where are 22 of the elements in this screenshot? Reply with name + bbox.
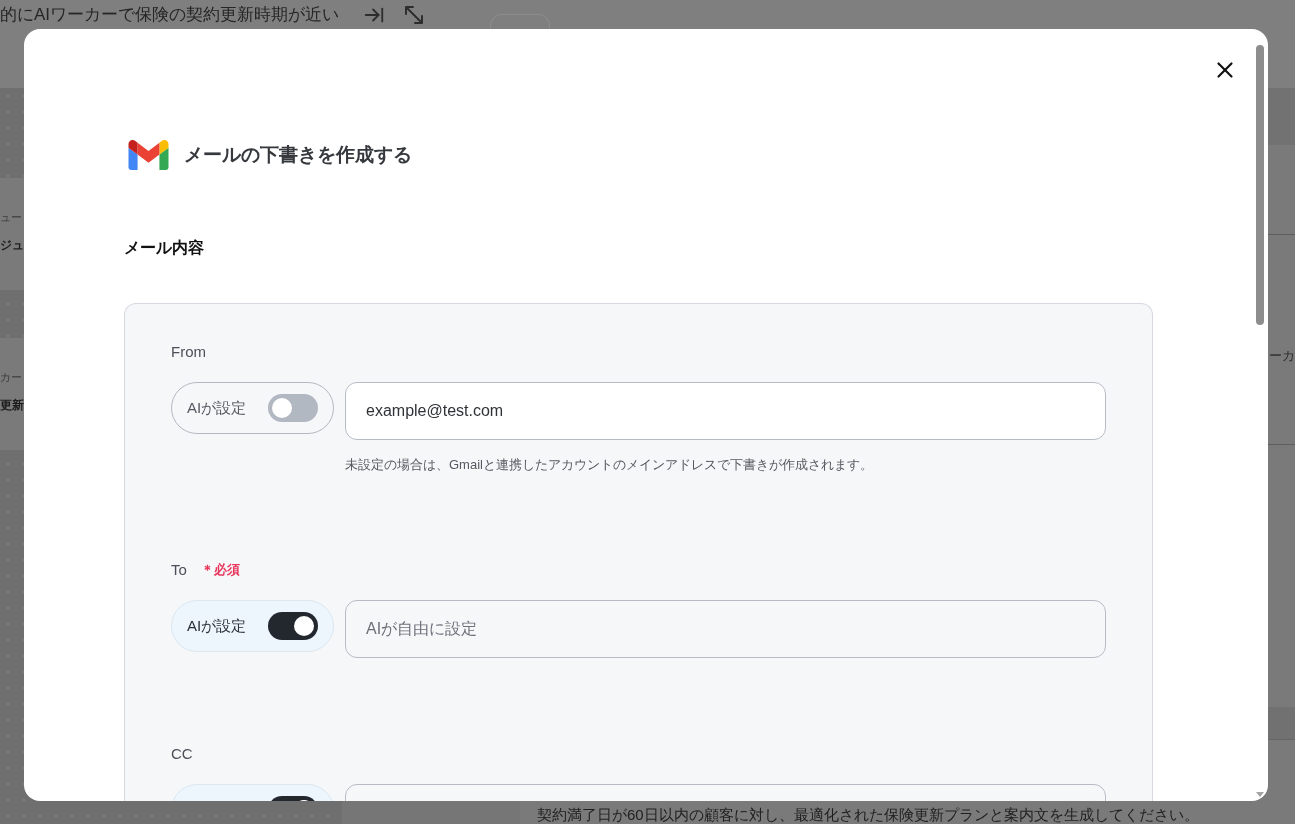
text-input-field[interactable]: AIが自由に設定 [345, 600, 1106, 658]
scrollbar-thumb[interactable] [1256, 45, 1264, 325]
toggle-switch[interactable] [268, 394, 318, 422]
prompt-text: 契約満了日が60日以内の顧客に対し、最適化された保険更新プランと案内文を生成してください。 [537, 806, 1199, 823]
card-title: 更新 [0, 397, 24, 414]
required-label: ＊必須 [200, 561, 240, 580]
ai-setting-toggle[interactable]: AIが設定 [171, 382, 334, 434]
card-title: ジュ [0, 237, 24, 254]
panel-text: ーカ [1269, 347, 1295, 365]
toggle-switch[interactable] [268, 612, 318, 640]
ai-setting-toggle[interactable]: AIが設定 [171, 600, 334, 652]
workflow-title: 的にAIワーカーで保険の契約更新時期が近い [0, 4, 340, 27]
field-hint: 未設定の場合は、Gmailと連携したアカウントのメインアドレスで下書きが作成されます。 [345, 456, 874, 474]
mail-logo-icon [128, 140, 169, 170]
section-title: メール内容 [124, 238, 204, 258]
field-label: To [171, 559, 187, 580]
dialog-title: メールの下書きを作成する [184, 142, 412, 167]
text-input-field[interactable]: example@test.com [345, 382, 1106, 440]
diagonal-arrows-icon[interactable] [403, 4, 426, 26]
scroll-down-arrow-icon[interactable] [1256, 792, 1264, 797]
field-label: From [171, 341, 206, 362]
field-label: CC [171, 743, 193, 764]
